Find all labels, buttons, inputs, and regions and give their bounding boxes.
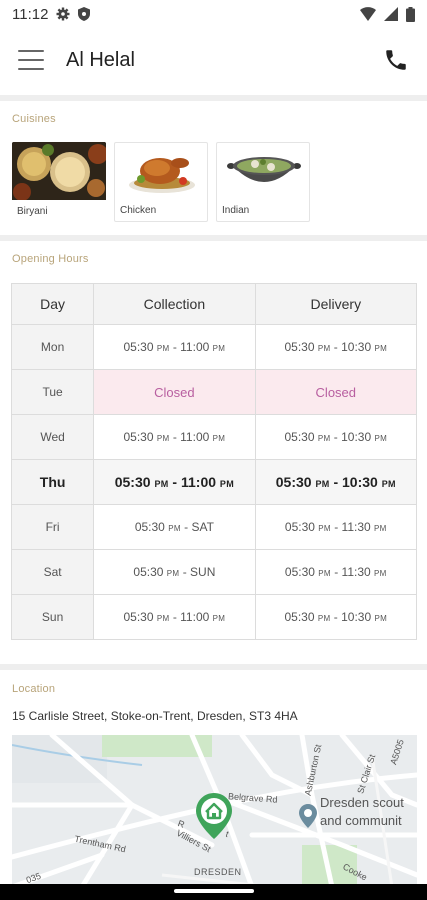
table-row: Sun 05:30 PM - 11:00 PM 05:30 PM - 10:30… — [10, 594, 418, 640]
day-cell: Sun — [10, 594, 95, 640]
cuisine-name: Biryani — [17, 206, 48, 217]
menu-icon[interactable] — [18, 50, 44, 70]
delivery-hours-cell: 05:30 PM - 10:30 PM — [254, 414, 418, 460]
divider — [0, 664, 427, 670]
status-right — [360, 6, 415, 22]
biryani-image — [12, 142, 106, 200]
home-gesture-handle[interactable] — [174, 889, 254, 893]
status-time: 11:12 — [12, 5, 49, 23]
status-left: 11:12 — [12, 5, 91, 23]
place-marker-icon — [299, 804, 317, 828]
collection-hours-cell: 05:30 PM - SUN — [93, 549, 256, 595]
delivery-hours-cell: 05:30 PM - 10:30 PM — [254, 324, 418, 370]
wifi-icon — [360, 7, 376, 21]
table-header-row: Day Collection Delivery — [10, 283, 418, 325]
cuisine-card-indian[interactable]: Indian — [216, 142, 310, 222]
app-bar: Al Helal — [0, 28, 427, 92]
shield-icon — [78, 7, 91, 21]
collection-closed-cell: Closed — [93, 369, 256, 415]
day-cell: Sat — [10, 549, 95, 595]
opening-hours-heading: Opening Hours — [12, 253, 89, 265]
battery-icon — [406, 6, 415, 22]
collection-hours-cell: 05:30 PM - 11:00 PM — [93, 324, 256, 370]
cuisine-name: Indian — [222, 205, 250, 216]
roast-chicken-image — [115, 143, 207, 201]
collection-hours-cell: 05:30 PM - SAT — [93, 504, 256, 550]
cuisine-card-biryani[interactable]: Biryani — [12, 142, 106, 222]
system-navigation-bar — [0, 884, 427, 900]
delivery-hours-cell: 05:30 PM - 11:30 PM — [254, 549, 418, 595]
column-header-delivery: Delivery — [254, 283, 418, 325]
cuisine-card-chicken[interactable]: Chicken — [114, 142, 208, 222]
opening-hours-table: Day Collection Delivery Mon 05:30 PM - 1… — [10, 283, 418, 640]
table-row: Sat 05:30 PM - SUN 05:30 PM - 11:30 PM — [10, 549, 418, 595]
table-row: Wed 05:30 PM - 11:00 PM 05:30 PM - 10:30… — [10, 414, 418, 460]
collection-hours-cell: 05:30 PM - 11:00 PM — [93, 414, 256, 460]
delivery-closed-cell: Closed — [254, 369, 418, 415]
curry-bowl-image — [217, 143, 309, 201]
restaurant-address: 15 Carlisle Street, Stoke-on-Trent, Dres… — [12, 709, 298, 723]
restaurant-location-pin-icon[interactable] — [196, 793, 232, 839]
day-cell: Fri — [10, 504, 95, 550]
map-label-community: and communit — [320, 813, 402, 828]
map-label-dresden: DRESDEN — [194, 867, 242, 877]
map-label-scout: Dresden scout — [320, 795, 404, 810]
column-header-collection: Collection — [93, 283, 256, 325]
delivery-hours-cell: 05:30 PM - 10:30 PM — [254, 459, 418, 505]
status-bar: 11:12 — [0, 0, 427, 28]
location-map[interactable]: Trentham Rd Belgrave Rd Villiers St R t … — [12, 735, 417, 887]
divider — [0, 95, 427, 101]
table-row-today: Thu 05:30 PM - 11:00 PM 05:30 PM - 10:30… — [10, 459, 418, 505]
divider — [0, 235, 427, 241]
cuisines-list: Biryani Chicken Indian — [12, 142, 310, 222]
cellular-signal-icon — [384, 7, 398, 21]
table-row: Fri 05:30 PM - SAT 05:30 PM - 11:30 PM — [10, 504, 418, 550]
delivery-hours-cell: 05:30 PM - 11:30 PM — [254, 504, 418, 550]
column-header-day: Day — [10, 283, 95, 325]
table-row: Tue Closed Closed — [10, 369, 418, 415]
cuisines-heading: Cuisines — [12, 113, 56, 125]
table-row: Mon 05:30 PM - 11:00 PM 05:30 PM - 10:30… — [10, 324, 418, 370]
day-cell: Wed — [10, 414, 95, 460]
day-cell: Tue — [10, 369, 95, 415]
settings-icon — [56, 7, 70, 21]
collection-hours-cell: 05:30 PM - 11:00 PM — [93, 459, 256, 505]
day-cell: Mon — [10, 324, 95, 370]
page-title: Al Helal — [66, 48, 135, 71]
cuisine-name: Chicken — [120, 205, 157, 216]
phone-icon[interactable] — [383, 47, 409, 73]
location-heading: Location — [12, 683, 56, 695]
collection-hours-cell: 05:30 PM - 11:00 PM — [93, 594, 256, 640]
day-cell: Thu — [10, 459, 95, 505]
delivery-hours-cell: 05:30 PM - 10:30 PM — [254, 594, 418, 640]
